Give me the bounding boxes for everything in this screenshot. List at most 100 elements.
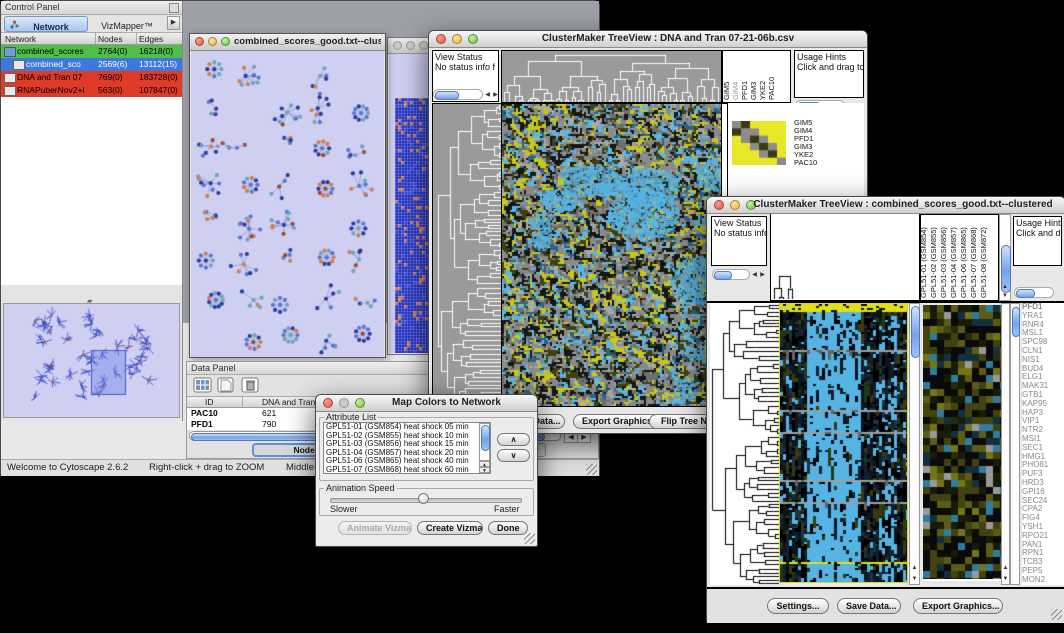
data-panel-title: Data Panel — [191, 363, 236, 373]
animation-speed-slider-thumb[interactable] — [418, 493, 429, 504]
scroll-down-icon[interactable]: ▼ — [910, 575, 919, 583]
summary-heatmap[interactable] — [732, 121, 786, 165]
inner-window-title: combined_scores_good.txt--cluste... — [234, 36, 381, 47]
scroll-down-icon[interactable]: ▼ — [1000, 292, 1010, 300]
row-label: PAC10 — [794, 159, 860, 167]
faster-label: Faster — [494, 504, 520, 514]
global-heatmap[interactable] — [780, 304, 907, 582]
scroll-up-icon[interactable]: ▲ — [910, 564, 919, 572]
export-graphics-button[interactable]: Export Graphics... — [913, 598, 1003, 614]
scroll-up-icon[interactable]: ▲ — [1000, 283, 1010, 291]
scroll-down-icon[interactable]: ▼ — [1002, 575, 1009, 583]
float-panel-icon[interactable] — [169, 3, 179, 13]
minimize-icon[interactable] — [208, 37, 217, 46]
column-dendrogram[interactable] — [771, 214, 919, 299]
attribute-list-item[interactable]: GPL51-07 (GSM868) heat shock 60 min — [324, 466, 490, 474]
tabs-overflow-arrow[interactable]: ▶ — [167, 16, 180, 30]
matrix-network-view[interactable] — [395, 98, 431, 353]
minimize-icon[interactable] — [406, 41, 415, 50]
close-icon[interactable] — [323, 398, 333, 408]
column-label: GPL51-02 (GSM855) — [929, 227, 938, 298]
minimize-icon[interactable] — [452, 34, 462, 44]
inner-window-titlebar[interactable]: combined_scores_good.txt--cluste... — [190, 34, 385, 51]
scroll-left-icon[interactable]: ◀ — [484, 91, 491, 99]
control-panel: Control Panel Network VizMapper™ ▶ Netwo… — [1, 1, 183, 421]
resize-grip[interactable] — [586, 464, 597, 475]
status-pan-hint: Middle- — [286, 462, 317, 473]
network-overview-panel[interactable] — [3, 303, 180, 418]
gene-list-scrollbar[interactable] — [1010, 303, 1020, 585]
network-name: DNA and Tran 07 — [17, 72, 95, 82]
col-nodes[interactable]: Nodes — [98, 34, 123, 44]
minimize-icon[interactable] — [339, 398, 349, 408]
network-table-row[interactable]: DNA and Tran 07 769(0) 183728(0) — [1, 71, 182, 84]
heatmap-vscrollbar[interactable]: ▲ ▼ — [909, 303, 920, 585]
network-name: RNAPuberNov2+I — [17, 85, 95, 95]
dialog-title: Map Colors to Network — [362, 397, 531, 408]
scroll-right-icon[interactable]: ▶ — [759, 271, 766, 279]
col-network[interactable]: Network — [5, 34, 36, 44]
new-attribute-icon[interactable] — [217, 377, 237, 394]
scroll-right-icon[interactable]: ▶ — [492, 91, 499, 99]
zoom-heatmap[interactable] — [923, 305, 1001, 579]
close-icon[interactable] — [393, 41, 402, 50]
network-table-row[interactable]: combined_sco 2569(6) 13112(15) — [1, 58, 182, 71]
overview-minimap[interactable] — [4, 304, 179, 417]
col-edges[interactable]: Edges — [139, 34, 163, 44]
select-attributes-icon[interactable] — [193, 377, 213, 394]
column-label: GPL51-07 (GSM868) — [969, 227, 978, 298]
animate-vizmap-button[interactable]: Animate Vizmap — [338, 521, 412, 535]
dialog-titlebar[interactable]: Map Colors to Network — [316, 395, 537, 412]
scrollbar-thumb[interactable] — [1012, 307, 1020, 337]
column-label: PAC10 — [767, 77, 776, 100]
column-scrollbar[interactable]: ▲ ▼ — [999, 214, 1011, 301]
scroll-down-icon[interactable]: ▼ — [479, 467, 490, 473]
scroll-up-icon[interactable]: ▲ — [1002, 564, 1009, 572]
attribute-list-scrollbar[interactable] — [479, 423, 490, 461]
usage-hints-title: Usage Hints — [797, 52, 861, 62]
treeview2-titlebar[interactable]: ClusterMaker TreeView : combined_scores_… — [707, 197, 1064, 214]
zoom-window-icon[interactable] — [419, 41, 428, 50]
network-graph-view[interactable] — [191, 51, 384, 357]
move-down-button[interactable]: ∨ — [497, 449, 530, 462]
settings-button[interactable]: Settings... — [767, 598, 829, 614]
close-icon[interactable] — [714, 200, 724, 210]
column-dendrogram[interactable] — [502, 51, 721, 102]
delete-attribute-icon[interactable] — [241, 377, 261, 394]
row-dendrogram[interactable] — [433, 104, 501, 406]
close-icon[interactable] — [195, 37, 204, 46]
summary-row-labels: GIM5GIM4PFD1GIM3YKE2PAC10 — [794, 119, 860, 171]
network-table-header[interactable]: Network Nodes Edges — [1, 32, 182, 45]
control-panel-title: Control Panel — [5, 2, 60, 12]
gene-name[interactable]: MON2 — [1022, 576, 1064, 585]
create-vizmap-button[interactable]: Create Vizmap — [417, 521, 483, 535]
zoom-vscrollbar[interactable]: ▲ ▼ — [1001, 303, 1010, 585]
save-data-button[interactable]: Save Data... — [837, 598, 901, 614]
move-up-button[interactable]: ∧ — [497, 433, 530, 446]
view-status-scrollbar[interactable] — [433, 89, 483, 100]
view-status-box: View Status No status info f — [711, 216, 767, 266]
minimize-icon[interactable] — [730, 200, 740, 210]
scroll-left-icon[interactable]: ◀ — [751, 271, 758, 279]
network-table-row[interactable]: RNAPuberNov2+I 563(0) 107847(0) — [1, 84, 182, 97]
resize-grip[interactable] — [1051, 609, 1062, 620]
view-status-scrollbar[interactable] — [712, 269, 750, 280]
network-edges: 107847(0) — [139, 85, 178, 95]
tab-network[interactable]: Network — [4, 16, 88, 32]
scrollbar-thumb[interactable] — [911, 306, 920, 358]
zoom-window-icon[interactable] — [221, 37, 230, 46]
done-button[interactable]: Done — [488, 521, 528, 535]
usage-hints-scrollbar[interactable] — [1014, 287, 1054, 298]
tab-vizmapper[interactable]: VizMapper™ — [89, 16, 165, 30]
panel-resize-handle[interactable]: ▰ — [87, 297, 92, 305]
network-table-row[interactable]: combined_scores 2764(0) 16218(0) — [1, 45, 182, 58]
row-dendrogram[interactable] — [710, 303, 779, 585]
close-icon[interactable] — [436, 34, 446, 44]
treeview1-titlebar[interactable]: ClusterMaker TreeView : DNA and Tran 07-… — [429, 31, 867, 48]
usage-hints-box: Usage Hints Click and drag to — [1013, 216, 1062, 266]
scrollbar-thumb[interactable] — [481, 425, 490, 451]
col-id[interactable]: ID — [205, 397, 214, 407]
resize-grip[interactable] — [524, 533, 535, 544]
export-graphics-button[interactable]: Export Graphics... — [573, 414, 661, 429]
global-heatmap[interactable] — [502, 104, 721, 406]
